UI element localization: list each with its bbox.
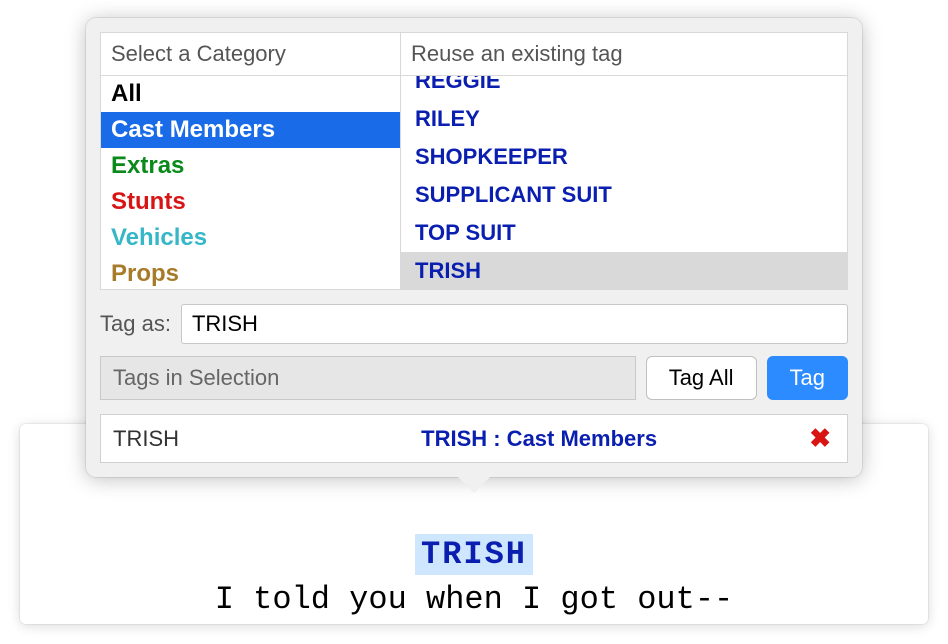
tags-header: Reuse an existing tag [401, 33, 847, 76]
tag-item[interactable]: REGGIE [401, 76, 847, 100]
assigned-tag-full: TRISH : Cast Members [273, 426, 805, 452]
category-item[interactable]: Extras [101, 148, 400, 184]
tag-item[interactable]: SHOPKEEPER [401, 138, 847, 176]
tag-item[interactable]: TRISH [401, 252, 847, 289]
tag-item[interactable]: RILEY [401, 100, 847, 138]
category-item[interactable]: Vehicles [101, 220, 400, 256]
assigned-tag-row: TRISH TRISH : Cast Members ✖ [100, 414, 848, 463]
category-column: Select a Category AllCast MembersExtrasS… [101, 33, 401, 289]
remove-tag-icon[interactable]: ✖ [805, 423, 835, 454]
tag-button[interactable]: Tag [767, 356, 848, 400]
category-header: Select a Category [101, 33, 400, 76]
tag-as-row: Tag as: [100, 304, 848, 344]
tag-item[interactable]: SUPPLICANT SUIT [401, 176, 847, 214]
tagging-popup: Select a Category AllCast MembersExtrasS… [86, 18, 862, 477]
tag-as-label: Tag as: [100, 311, 171, 337]
tags-column: Reuse an existing tag REGGIERILEYSHOPKEE… [401, 33, 847, 289]
tag-as-input[interactable] [181, 304, 848, 344]
action-row: Tags in Selection Tag All Tag [100, 356, 848, 400]
tags-list: REGGIERILEYSHOPKEEPERSUPPLICANT SUITTOP … [401, 76, 847, 289]
category-item[interactable]: All [101, 76, 400, 112]
columns: Select a Category AllCast MembersExtrasS… [100, 32, 848, 290]
category-item[interactable]: Stunts [101, 184, 400, 220]
category-list: AllCast MembersExtrasStuntsVehiclesProps [101, 76, 400, 289]
category-item[interactable]: Props [101, 256, 400, 289]
assigned-tag-name: TRISH [113, 426, 273, 452]
character-cue[interactable]: TRISH [415, 534, 533, 575]
dialogue-line: I told you when I got out-- [20, 581, 928, 618]
category-item[interactable]: Cast Members [101, 112, 400, 148]
tag-all-button[interactable]: Tag All [646, 356, 757, 400]
tag-item[interactable]: TOP SUIT [401, 214, 847, 252]
tags-in-selection-label: Tags in Selection [100, 356, 636, 400]
